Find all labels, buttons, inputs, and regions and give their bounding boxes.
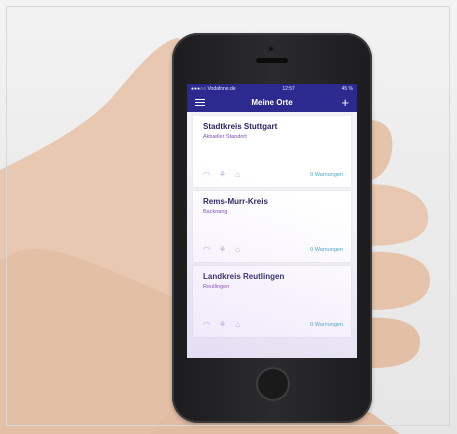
location-title: Stadtkreis Stuttgart (203, 122, 278, 131)
wave-icon: ◠ (203, 245, 210, 254)
hamburger-menu-icon[interactable] (195, 98, 205, 107)
warnings-count: 0 Warnungen (310, 322, 343, 328)
location-subtitle: Reutlingen (203, 284, 230, 290)
house-icon: ⌂ (235, 170, 240, 179)
warnings-count: 0 Warnungen (310, 172, 343, 178)
hazard-icons: ◠ ⚘ ⌂ (203, 245, 240, 254)
location-title: Landkreis Reutlingen (203, 272, 285, 281)
location-card[interactable]: Landkreis Reutlingen Reutlingen ◠ ⚘ ⌂ 0 … (193, 266, 351, 337)
home-button[interactable] (256, 367, 290, 401)
storm-icon: ⚘ (218, 320, 227, 329)
hazard-icons: ◠ ⚘ ⌂ (203, 170, 240, 179)
wave-icon: ◠ (203, 170, 210, 179)
clock-label: 12:57 (282, 85, 295, 92)
location-card[interactable]: Rems-Murr-Kreis Backnang ◠ ⚘ ⌂ 0 Warnung… (193, 191, 351, 262)
battery-label: 45 % (341, 85, 353, 92)
storm-icon: ⚘ (218, 245, 227, 254)
app-screen: ●●●○○ Vodafone.de 12:57 45 % Meine Orte … (187, 84, 357, 358)
page-title: Meine Orte (251, 98, 293, 107)
location-subtitle: Aktueller Standort (203, 134, 247, 140)
house-icon: ⌂ (235, 320, 240, 329)
warnings-count: 0 Warnungen (310, 247, 343, 253)
location-card[interactable]: Stadtkreis Stuttgart Aktueller Standort … (193, 116, 351, 187)
house-icon: ⌂ (235, 245, 240, 254)
earpiece-speaker (256, 58, 288, 63)
add-location-button[interactable]: + (341, 96, 349, 109)
status-bar: ●●●○○ Vodafone.de 12:57 45 % (187, 84, 357, 93)
location-title: Rems-Murr-Kreis (203, 197, 268, 206)
nav-bar: Meine Orte + (187, 93, 357, 112)
location-subtitle: Backnang (203, 209, 228, 215)
storm-icon: ⚘ (218, 170, 227, 179)
front-camera (267, 45, 275, 53)
carrier-label: ●●●○○ Vodafone.de (191, 85, 236, 92)
hazard-icons: ◠ ⚘ ⌂ (203, 320, 240, 329)
wave-icon: ◠ (203, 320, 210, 329)
